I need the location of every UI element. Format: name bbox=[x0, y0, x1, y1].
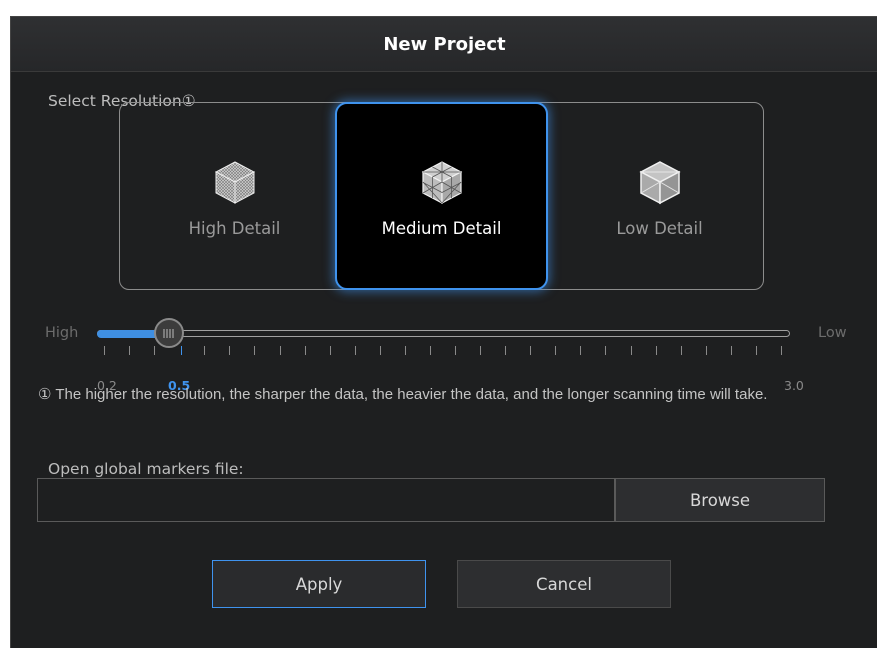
slider-tick bbox=[705, 346, 707, 355]
resolution-slider-thumb[interactable] bbox=[154, 318, 184, 348]
resolution-option-label: Medium Detail bbox=[381, 219, 502, 238]
slider-tick bbox=[755, 346, 757, 355]
slider-low-label: Low bbox=[818, 325, 847, 341]
slider-tick bbox=[154, 346, 156, 355]
cube-medium-detail-icon bbox=[421, 161, 462, 204]
cube-high-detail-icon bbox=[214, 161, 255, 204]
slider-tick bbox=[404, 346, 406, 355]
resolution-option-high[interactable]: High Detail bbox=[128, 102, 341, 290]
slider-tick bbox=[781, 346, 782, 355]
slider-tick bbox=[730, 346, 732, 355]
slider-tick bbox=[104, 346, 105, 355]
slider-tick bbox=[655, 346, 657, 355]
slider-tick bbox=[555, 346, 557, 355]
resolution-option-medium[interactable]: Medium Detail bbox=[335, 102, 548, 290]
dialog-title-bar: New Project bbox=[11, 17, 877, 72]
cube-low-detail-icon bbox=[638, 161, 681, 205]
slider-tick bbox=[129, 346, 131, 355]
slider-tick bbox=[505, 346, 507, 355]
slider-tick bbox=[354, 346, 356, 355]
dialog-title: New Project bbox=[383, 33, 506, 55]
slider-tick bbox=[229, 346, 231, 355]
resolution-option-low[interactable]: Low Detail bbox=[553, 102, 766, 290]
browse-button[interactable]: Browse bbox=[615, 478, 825, 522]
slider-tick bbox=[480, 346, 482, 355]
slider-tick bbox=[304, 346, 306, 355]
grip-icon bbox=[163, 328, 174, 338]
resolution-note: ① The higher the resolution, the sharper… bbox=[38, 386, 768, 403]
slider-tick bbox=[254, 346, 256, 355]
markers-file-input[interactable] bbox=[37, 478, 615, 522]
slider-tick bbox=[680, 346, 682, 355]
slider-tick bbox=[630, 346, 632, 355]
markers-file-label: Open global markers file: bbox=[48, 460, 244, 478]
slider-tick bbox=[279, 346, 281, 355]
cancel-button[interactable]: Cancel bbox=[457, 560, 671, 608]
slider-tick bbox=[429, 346, 431, 355]
slider-tick bbox=[580, 346, 582, 355]
slider-tick bbox=[605, 346, 607, 355]
slider-tick bbox=[204, 346, 206, 355]
slider-tick bbox=[379, 346, 381, 355]
resolution-slider-track[interactable] bbox=[97, 330, 790, 337]
resolution-option-label: High Detail bbox=[188, 219, 281, 238]
apply-button[interactable]: Apply bbox=[212, 560, 426, 608]
slider-tick bbox=[181, 346, 182, 355]
slider-tick bbox=[530, 346, 532, 355]
slider-high-label: High bbox=[45, 325, 79, 341]
slider-tick bbox=[455, 346, 457, 355]
resolution-option-label: Low Detail bbox=[616, 219, 703, 238]
slider-tick bbox=[329, 346, 331, 355]
